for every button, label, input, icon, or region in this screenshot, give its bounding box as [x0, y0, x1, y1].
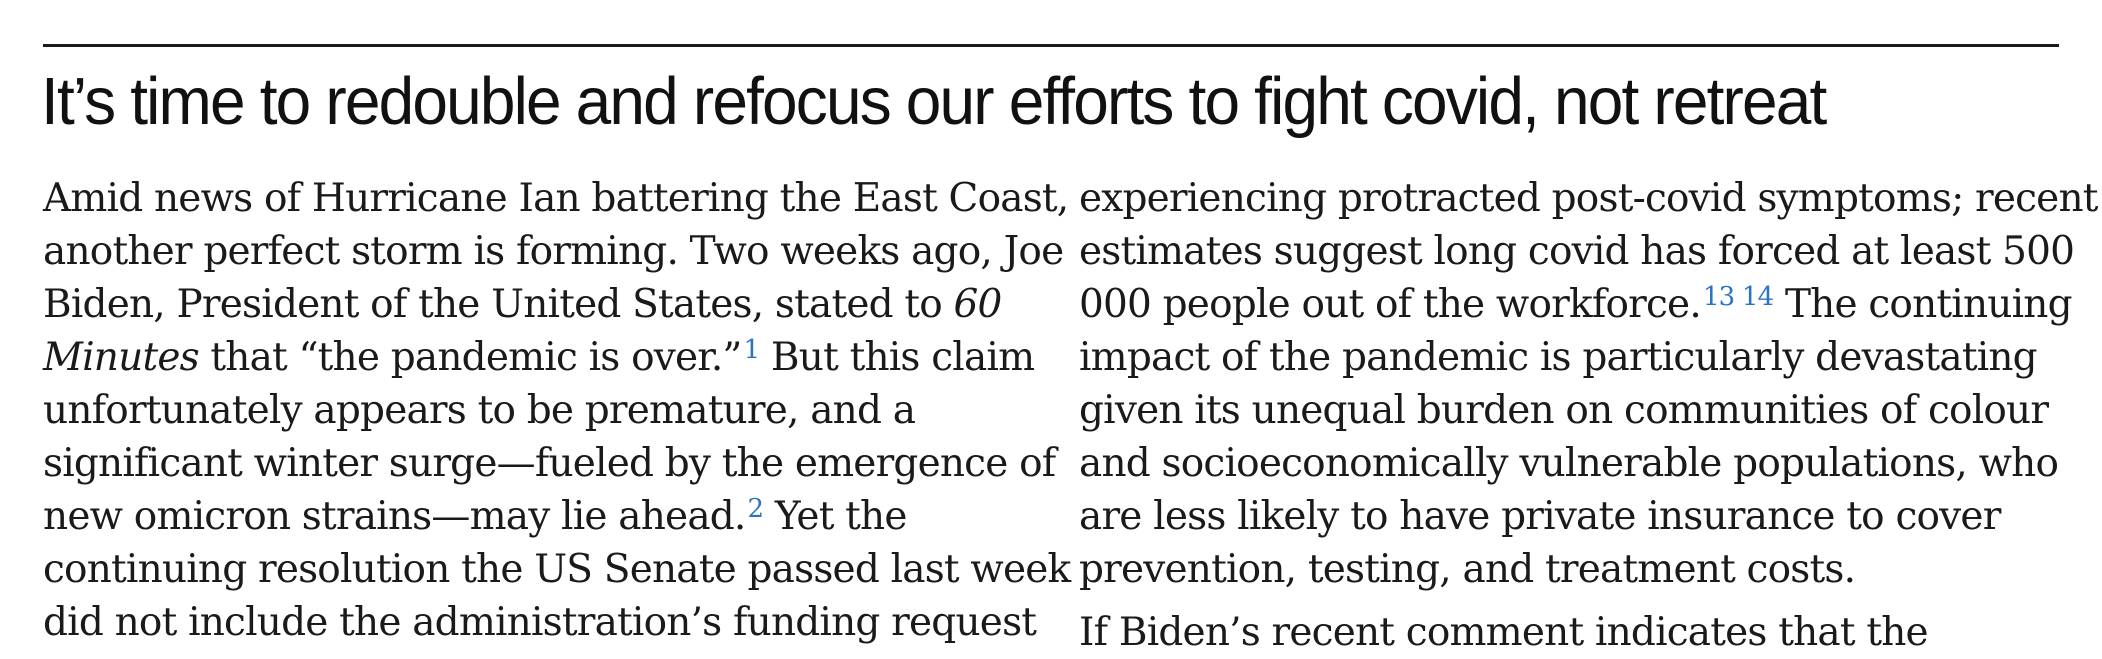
- paragraph: experiencing protracted post-covid sympt…: [1079, 172, 2098, 596]
- text-line: 000 people out of the workforce.13 14 Th…: [1079, 278, 2079, 331]
- reference-link[interactable]: 1: [744, 335, 761, 365]
- italic-title: Minutes: [43, 335, 200, 380]
- text-line: If Biden’s recent comment indicates that…: [1079, 610, 1929, 655]
- right-column: experiencing protracted post-covid sympt…: [1079, 172, 2098, 659]
- text-line: significant winter surge—fueled by the e…: [43, 441, 1056, 486]
- text-line: Amid news of Hurricane Ian battering the…: [43, 176, 1069, 221]
- text-run: Yet the: [763, 494, 908, 539]
- text-line: impact of the pandemic is particularly d…: [1079, 335, 2038, 380]
- reference-link[interactable]: 2: [748, 494, 765, 524]
- headline-rule: [43, 44, 2059, 47]
- text-line: another perfect storm is forming. Two we…: [43, 229, 1064, 274]
- text-line: continuing resolution the US Senate pass…: [43, 547, 1071, 592]
- text-line: Minutes that “the pandemic is over.”1 Bu…: [43, 331, 1043, 384]
- text-line: Biden, President of the United States, s…: [43, 278, 1043, 331]
- text-line: are less likely to have private insuranc…: [1079, 494, 2001, 539]
- text-run: But this claim: [759, 335, 1035, 380]
- text-line: given its unequal burden on communities …: [1079, 388, 2049, 433]
- text-line: prevention, testing, and treatment costs…: [1079, 547, 1856, 592]
- left-column: Amid news of Hurricane Ian battering the…: [43, 172, 1071, 649]
- paragraph: Amid news of Hurricane Ian battering the…: [43, 172, 1071, 649]
- text-line: estimates suggest long covid has forced …: [1079, 229, 2075, 274]
- text-run: 000 people out of the workforce.: [1079, 282, 1702, 327]
- text-line: and socioeconomically vulnerable populat…: [1079, 441, 2059, 486]
- text-run: that “the pandemic is over.”: [198, 335, 742, 380]
- italic-title: 60: [953, 282, 1003, 327]
- text-run: The continuing: [1773, 282, 2073, 327]
- article-headline: It’s time to redouble and refocus our ef…: [41, 65, 1827, 139]
- paragraph: If Biden’s recent comment indicates that…: [1079, 606, 2079, 659]
- text-line: new omicron strains—may lie ahead.2 Yet …: [43, 490, 1043, 543]
- text-line: unfortunately appears to be premature, a…: [43, 388, 916, 433]
- reference-link[interactable]: 13 14: [1703, 282, 1774, 312]
- text-line: experiencing protracted post-covid sympt…: [1079, 176, 2098, 221]
- text-run: Biden, President of the United States, s…: [43, 282, 954, 327]
- text-run: new omicron strains—may lie ahead.: [43, 494, 746, 539]
- text-line: did not include the administration’s fun…: [43, 600, 1037, 645]
